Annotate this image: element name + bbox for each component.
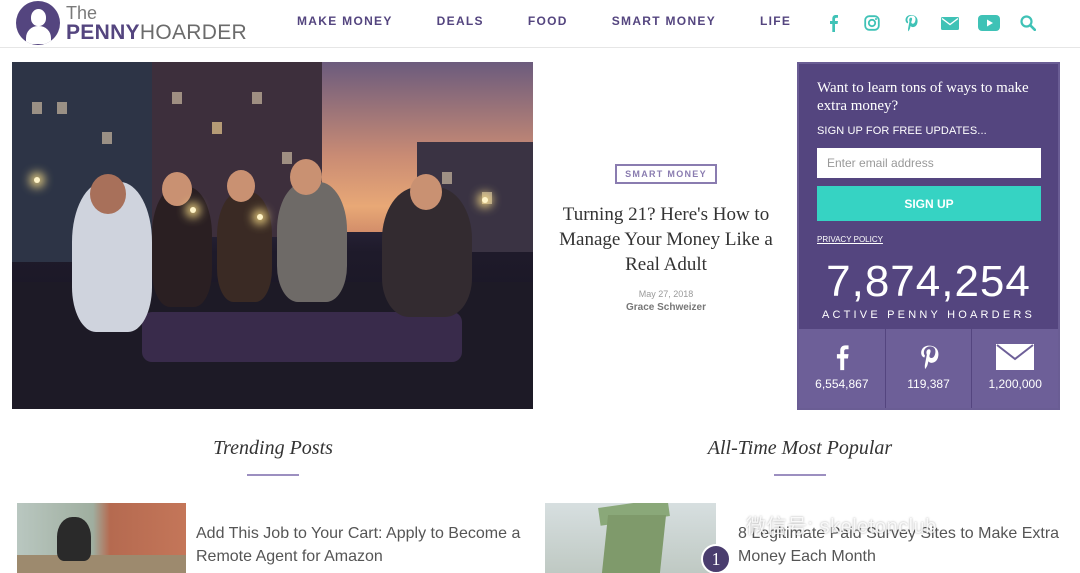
email-input[interactable]	[817, 148, 1041, 178]
pinterest-follower-count: 119,387	[907, 377, 950, 391]
header-social-links	[822, 12, 1039, 34]
watermark-text: 微信号: skeletonclub	[746, 516, 937, 538]
trending-divider	[247, 474, 299, 476]
instagram-icon[interactable]	[861, 12, 883, 34]
follower-counts: 6,554,867 119,387 1,200,000	[799, 329, 1059, 408]
sign-up-button[interactable]: SIGN UP	[817, 186, 1041, 221]
facebook-follower-count: 6,554,867	[815, 377, 869, 391]
nav-life[interactable]: LIFE	[760, 14, 791, 28]
search-icon[interactable]	[1017, 12, 1039, 34]
featured-article-image[interactable]	[12, 62, 533, 409]
popular-rank-badge: 1	[701, 544, 731, 573]
logo-wordmark: The PENNYHOARDER	[66, 4, 247, 43]
facebook-icon[interactable]	[822, 12, 844, 34]
nav-deals[interactable]: DEALS	[437, 14, 484, 28]
featured-article-title[interactable]: Turning 21? Here's How to Manage Your Mo…	[548, 202, 784, 277]
trending-post-title[interactable]: Add This Job to Your Cart: Apply to Beco…	[196, 522, 526, 568]
site-logo[interactable]: The PENNYHOARDER	[16, 0, 247, 46]
logo-the: The	[66, 2, 98, 23]
subscriber-count: 7,874,254	[826, 257, 1031, 306]
email-subscriber-count: 1,200,000	[988, 377, 1042, 391]
signup-subhead: SIGN UP FOR FREE UPDATES...	[817, 125, 987, 137]
main-nav: MAKE MONEY DEALS FOOD SMART MONEY LIFE	[297, 14, 835, 28]
pinterest-follow-tile[interactable]: 119,387	[885, 329, 973, 408]
logo-name: PENNYHOARDER	[66, 22, 247, 43]
logo-silhouette-icon	[16, 1, 60, 45]
subscriber-count-label: ACTIVE PENNY HOARDERS	[821, 309, 1036, 321]
site-header: The PENNYHOARDER MAKE MONEY DEALS FOOD S…	[0, 0, 1080, 48]
facebook-icon	[836, 345, 849, 371]
featured-article-author[interactable]: Grace Schweizer	[548, 302, 784, 313]
featured-article: SMART MONEY Turning 21? Here's How to Ma…	[548, 164, 784, 313]
privacy-policy-link[interactable]: PRIVACY POLICY	[817, 235, 883, 244]
email-icon	[996, 344, 1035, 370]
newsletter-signup-box: Want to learn tons of ways to make extra…	[797, 62, 1060, 410]
nav-smart-money[interactable]: SMART MONEY	[612, 14, 716, 28]
nav-food[interactable]: FOOD	[528, 14, 568, 28]
facebook-follow-tile[interactable]: 6,554,867	[799, 329, 886, 408]
trending-posts-heading: Trending Posts	[213, 437, 333, 459]
logo-penny: PENNY	[66, 20, 140, 44]
popular-posts-heading: All-Time Most Popular	[707, 437, 893, 459]
popular-divider	[774, 474, 826, 476]
youtube-icon[interactable]	[978, 12, 1000, 34]
trending-post-thumbnail[interactable]	[17, 503, 186, 573]
popular-post-thumbnail[interactable]	[545, 503, 716, 573]
pinterest-icon	[920, 345, 938, 369]
logo-hoarder: HOARDER	[139, 20, 247, 44]
featured-article-date: May 27, 2018	[638, 289, 694, 299]
category-tag[interactable]: SMART MONEY	[615, 164, 717, 184]
email-follow-tile[interactable]: 1,200,000	[972, 329, 1059, 408]
nav-make-money[interactable]: MAKE MONEY	[297, 14, 393, 28]
email-icon[interactable]	[939, 12, 961, 34]
pinterest-icon[interactable]	[900, 12, 922, 34]
signup-headline: Want to learn tons of ways to make extra…	[817, 80, 1029, 114]
